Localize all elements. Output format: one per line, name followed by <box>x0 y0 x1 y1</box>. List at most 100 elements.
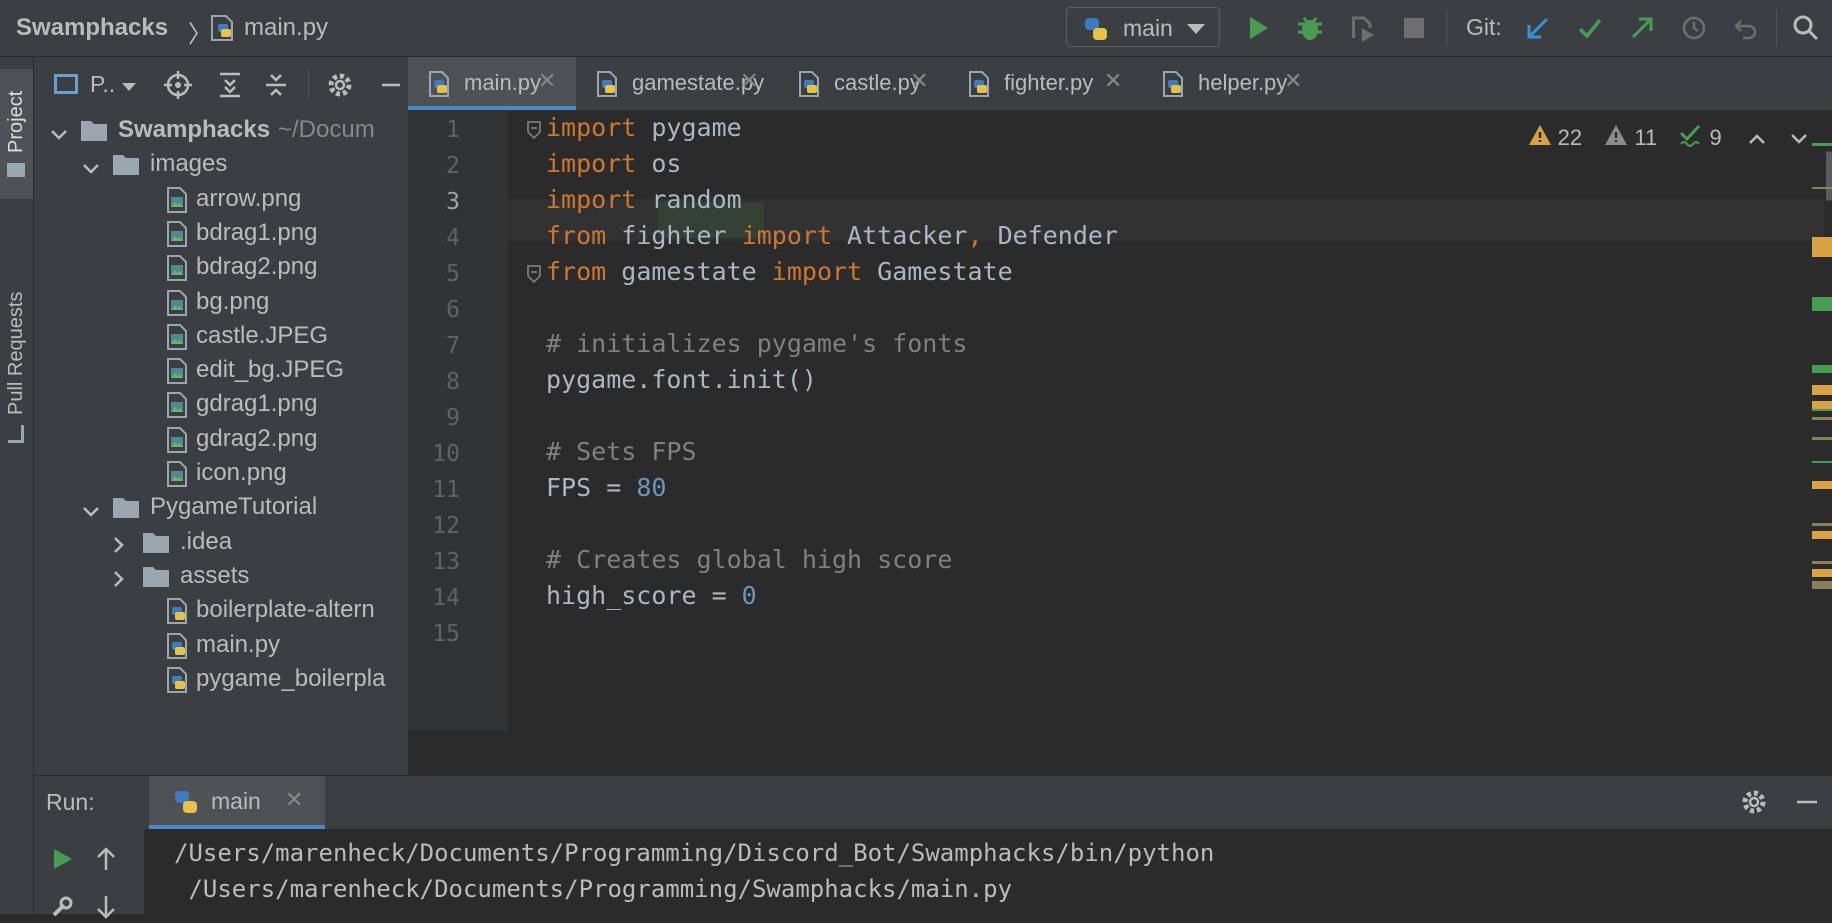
tree-item[interactable]: pygame_boilerpla <box>34 660 408 698</box>
fold-marker-icon[interactable] <box>526 121 542 144</box>
close-icon[interactable]: ✕ <box>285 787 303 813</box>
tree-item[interactable]: gdrag2.png <box>34 420 408 458</box>
editor-tab[interactable]: helper.py ✕ <box>1142 57 1322 110</box>
editor-tab[interactable]: gamestate.py ✕ <box>576 57 778 110</box>
scroll-up-icon[interactable] <box>90 843 122 875</box>
tree-item[interactable]: .idea <box>34 523 408 561</box>
error-stripe-mark[interactable] <box>1812 417 1832 420</box>
breadcrumb-project[interactable]: Swamphacks <box>16 14 168 42</box>
run-console[interactable]: /Users/marenheck/Documents/Programming/D… <box>34 829 1832 919</box>
gear-icon[interactable] <box>1738 786 1770 818</box>
code-line[interactable]: import random <box>546 185 742 214</box>
minimize-icon[interactable] <box>374 69 406 101</box>
close-icon[interactable]: ✕ <box>910 68 928 94</box>
run-configuration-select[interactable]: main <box>1066 7 1220 47</box>
error-stripe-mark[interactable] <box>1812 581 1832 589</box>
error-stripe-mark[interactable] <box>1812 561 1832 564</box>
breadcrumb-file[interactable]: main.py <box>244 14 328 42</box>
tree-item[interactable]: edit_bg.JPEG <box>34 351 408 389</box>
project-view-select[interactable]: P.. <box>90 71 115 98</box>
error-stripe-mark[interactable] <box>1812 385 1832 395</box>
search-icon[interactable] <box>1790 12 1822 44</box>
code-line[interactable]: # initializes pygame's fonts <box>546 329 967 358</box>
error-stripe-mark[interactable] <box>1812 569 1832 577</box>
code-line[interactable]: import os <box>546 149 681 178</box>
error-stripe-mark[interactable] <box>1812 409 1832 411</box>
error-stripe-mark[interactable] <box>1812 481 1832 489</box>
close-icon[interactable]: ✕ <box>1284 68 1302 94</box>
fold-marker-icon[interactable] <box>526 265 542 288</box>
tree-item[interactable]: bg.png <box>34 283 408 321</box>
error-stripe-mark[interactable] <box>1812 365 1832 373</box>
weak-warning-count: 11 <box>1634 125 1658 150</box>
run-icon[interactable] <box>1242 12 1274 44</box>
tree-item-label: icon.png <box>196 459 287 486</box>
project-tool-tab[interactable]: Project <box>0 69 33 199</box>
inspection-widget[interactable]: 22 11 9 <box>1528 123 1808 153</box>
debug-icon[interactable] <box>1294 12 1326 44</box>
git-commit-icon[interactable] <box>1574 12 1606 44</box>
tree-item[interactable]: images <box>34 145 408 183</box>
code-token: from <box>546 257 607 286</box>
stop-icon[interactable] <box>1398 12 1430 44</box>
code-line[interactable]: pygame.font.init() <box>546 365 817 394</box>
git-update-icon[interactable] <box>1522 12 1554 44</box>
tree-item[interactable]: PygameTutorial <box>34 488 408 526</box>
tree-item[interactable]: assets <box>34 557 408 595</box>
editor-tab[interactable]: fighter.py ✕ <box>948 57 1142 110</box>
python-icon <box>173 789 199 820</box>
editor-tab[interactable]: main.py ✕ <box>408 57 576 110</box>
code-line[interactable]: high_score = 0 <box>546 581 757 610</box>
code-editor[interactable]: 1 2 3 4 5 6 7 8 9 10 11 12 13 14 15 import pygame impor… <box>408 111 1832 731</box>
locate-file-icon[interactable] <box>162 69 194 101</box>
editor-tab[interactable]: castle.py ✕ <box>778 57 948 110</box>
minimize-icon[interactable] <box>1790 786 1822 818</box>
code-line[interactable]: # Sets FPS <box>546 437 697 466</box>
error-stripe[interactable] <box>1806 111 1832 731</box>
tree-item[interactable]: icon.png <box>34 454 408 492</box>
chevron-down-icon[interactable] <box>122 83 136 91</box>
close-icon[interactable]: ✕ <box>1104 68 1122 94</box>
close-icon[interactable]: ✕ <box>538 68 556 94</box>
error-stripe-mark[interactable] <box>1812 437 1832 440</box>
git-push-icon[interactable] <box>1626 12 1658 44</box>
tree-item[interactable]: bdrag2.png <box>34 248 408 286</box>
tree-item[interactable]: gdrag1.png <box>34 385 408 423</box>
run-tab-label: main <box>211 788 261 814</box>
error-stripe-mark[interactable] <box>1812 401 1832 409</box>
error-stripe-mark[interactable] <box>1812 531 1832 539</box>
rerun-icon[interactable] <box>46 843 78 875</box>
previous-highlight-icon[interactable] <box>1748 125 1766 151</box>
error-stripe-mark[interactable] <box>1812 237 1832 257</box>
expand-all-icon[interactable] <box>214 69 246 101</box>
error-stripe-mark[interactable] <box>1812 523 1832 526</box>
git-rollback-icon[interactable] <box>1730 12 1762 44</box>
tree-item[interactable]: boilerplate-altern <box>34 591 408 629</box>
tree-item[interactable]: castle.JPEG <box>34 317 408 355</box>
collapse-all-icon[interactable] <box>260 69 292 101</box>
tree-item[interactable]: Swamphacks ~/Docum <box>34 111 408 149</box>
error-stripe-mark[interactable] <box>1812 143 1832 146</box>
git-history-icon[interactable] <box>1678 12 1710 44</box>
coverage-icon[interactable] <box>1346 12 1378 44</box>
code-line[interactable]: import pygame <box>546 113 742 142</box>
tree-item[interactable]: bdrag1.png <box>34 214 408 252</box>
code-line[interactable]: FPS = 80 <box>546 473 666 502</box>
gear-icon[interactable] <box>324 69 356 101</box>
code-line[interactable]: from fighter import Attacker, Defender <box>546 221 1118 250</box>
wrench-icon[interactable] <box>46 891 78 923</box>
scrollbar-thumb[interactable] <box>1826 151 1832 201</box>
code-line[interactable]: # Creates global high score <box>546 545 952 574</box>
tree-item-label: pygame_boilerpla <box>196 664 386 692</box>
tree-item[interactable]: main.py <box>34 626 408 664</box>
code-line[interactable]: from gamestate import Gamestate <box>546 257 1013 286</box>
tree-item[interactable]: arrow.png <box>34 180 408 218</box>
close-icon[interactable]: ✕ <box>740 68 758 94</box>
pull-requests-tool-tab[interactable]: Pull Requests <box>0 277 33 457</box>
error-stripe-mark[interactable] <box>1812 461 1832 463</box>
error-stripe-mark[interactable] <box>1812 187 1832 189</box>
error-stripe-mark[interactable] <box>1812 297 1832 311</box>
scroll-down-icon[interactable] <box>90 891 122 923</box>
line-number: 4 <box>446 225 460 251</box>
run-tab-main[interactable]: main ✕ <box>149 776 325 829</box>
